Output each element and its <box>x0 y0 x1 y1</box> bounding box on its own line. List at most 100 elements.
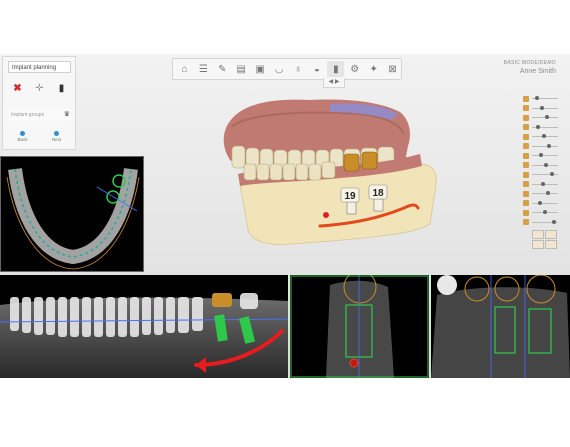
slider-knob[interactable] <box>545 115 550 120</box>
sleeve-icon[interactable]: ⚙ <box>346 61 363 77</box>
visibility-icon[interactable] <box>523 95 529 102</box>
slider-knob[interactable] <box>544 162 549 167</box>
next-icon <box>54 131 59 136</box>
slider-knob[interactable] <box>551 219 556 224</box>
scan-icon[interactable]: ▣ <box>252 61 269 77</box>
slider-knob[interactable] <box>538 153 543 158</box>
slider-row <box>523 142 563 152</box>
planned-crown-19[interactable] <box>343 153 360 172</box>
sleeve-icon[interactable] <box>523 152 529 159</box>
teeth-icon[interactable] <box>523 114 529 121</box>
implant-tag-18[interactable]: 18 <box>372 188 384 199</box>
panel-tools: ✖ ✛ ▮ <box>8 81 71 95</box>
panoramic-view[interactable] <box>0 275 288 378</box>
slider-row <box>523 208 563 218</box>
cross-section-view-1[interactable] <box>290 275 429 378</box>
pano-crown-19[interactable] <box>212 293 232 307</box>
contrast-icon[interactable] <box>523 219 529 226</box>
slider-track[interactable] <box>532 115 558 120</box>
slider-track[interactable] <box>532 191 558 196</box>
implant-post-19[interactable] <box>346 201 357 215</box>
lock-icon[interactable]: ⊠ <box>384 61 401 77</box>
implant-planning-app: 19 18 ⌂ ☰ ✎ ▤ ▣ ◡ ♁ ◒ ▮ ⚙ ✦ ⊠ ◀ ▶ BASIC … <box>0 54 570 378</box>
top-view-thumbnail[interactable] <box>532 240 544 249</box>
cross2-crown-a <box>437 275 457 295</box>
slider-knob[interactable] <box>546 191 551 196</box>
slider-track[interactable] <box>532 105 558 110</box>
next-button[interactable]: Next <box>42 131 71 145</box>
slider-knob[interactable] <box>541 134 546 139</box>
back-label: Back <box>17 137 28 142</box>
slider-track[interactable] <box>532 200 558 205</box>
slider-row <box>523 161 563 171</box>
guide-icon[interactable] <box>523 162 529 169</box>
tooth-icon[interactable]: ♛ <box>64 110 70 118</box>
panel-title[interactable]: Implant planning <box>8 61 71 73</box>
planned-crown-18[interactable] <box>361 151 378 170</box>
tooth-icon[interactable]: ♁ <box>290 61 307 77</box>
nerve-icon[interactable] <box>523 143 529 150</box>
slider-knob[interactable] <box>536 124 541 129</box>
slider-knob[interactable] <box>543 210 547 215</box>
move-icon[interactable]: ✛ <box>30 81 49 95</box>
slider-track[interactable] <box>532 210 558 215</box>
model-icon[interactable] <box>523 200 529 207</box>
slider-track[interactable] <box>532 219 558 224</box>
slider-knob[interactable] <box>540 181 545 186</box>
slider-row <box>523 170 563 180</box>
bottom-view-thumbnail[interactable] <box>545 240 557 249</box>
slider-track[interactable] <box>532 162 558 167</box>
slider-row <box>523 189 563 199</box>
slider-track[interactable] <box>532 124 558 129</box>
delete-icon[interactable]: ✖ <box>8 81 27 95</box>
license-label: BASIC MODE/DEMO <box>503 60 556 66</box>
next-label: Next <box>51 137 62 142</box>
axial-view[interactable] <box>0 156 144 272</box>
cross1-nerve <box>349 358 359 368</box>
slider-track[interactable] <box>532 153 558 158</box>
slider-track[interactable] <box>532 172 558 177</box>
curve-icon[interactable]: ◡ <box>271 61 288 77</box>
side-view-thumbnail[interactable] <box>545 230 557 239</box>
slider-track[interactable] <box>532 96 558 101</box>
implant-icon[interactable]: ▮ <box>52 81 71 95</box>
slider-track[interactable] <box>532 134 558 139</box>
layers-icon[interactable]: ▤ <box>233 61 250 77</box>
nerve-entry-point <box>323 212 329 218</box>
implant-planning-panel: Implant planning ✖ ✛ ▮ Implant groups ♛ … <box>2 56 76 150</box>
pen-icon[interactable]: ✎ <box>214 61 231 77</box>
workflow-icon[interactable]: ☰ <box>195 61 212 77</box>
front-view-thumbnail[interactable] <box>532 230 544 239</box>
crown-icon[interactable] <box>523 190 529 197</box>
slider-row <box>523 132 563 142</box>
back-button[interactable]: Back <box>8 131 37 145</box>
slider-knob[interactable] <box>547 143 552 148</box>
jaw-icon[interactable] <box>523 105 529 112</box>
slider-knob[interactable] <box>535 96 540 101</box>
slider-row <box>523 94 563 104</box>
implant-tag-19[interactable]: 19 <box>344 191 356 202</box>
cross-section-view-2[interactable] <box>431 275 570 378</box>
slider-track[interactable] <box>532 143 558 148</box>
implant-groups-field[interactable]: Implant groups <box>8 109 71 121</box>
gum-icon[interactable] <box>523 124 529 131</box>
home-icon[interactable]: ⌂ <box>176 61 193 77</box>
export-icon[interactable]: ✦ <box>365 61 382 77</box>
implant-icon[interactable]: ▮ <box>327 61 345 77</box>
slider-row <box>523 180 563 190</box>
toolbar-subtab[interactable]: ◀ ▶ <box>323 78 345 88</box>
opacity-icon[interactable] <box>523 209 529 216</box>
implant-post-18[interactable] <box>373 198 384 212</box>
panel-navigation: Back Next <box>8 131 71 145</box>
bone-icon[interactable] <box>523 171 529 178</box>
slider-track[interactable] <box>532 181 558 186</box>
slider-row <box>523 104 563 114</box>
scan-icon[interactable] <box>523 181 529 188</box>
slider-knob[interactable] <box>549 172 554 177</box>
guide-icon[interactable]: ◒ <box>308 61 325 77</box>
slider-knob[interactable] <box>539 105 544 110</box>
slider-row <box>523 123 563 133</box>
main-toolbar: ⌂ ☰ ✎ ▤ ▣ ◡ ♁ ◒ ▮ ⚙ ✦ ⊠ <box>172 58 402 80</box>
implant-icon[interactable] <box>523 133 529 140</box>
slider-knob[interactable] <box>537 200 542 205</box>
